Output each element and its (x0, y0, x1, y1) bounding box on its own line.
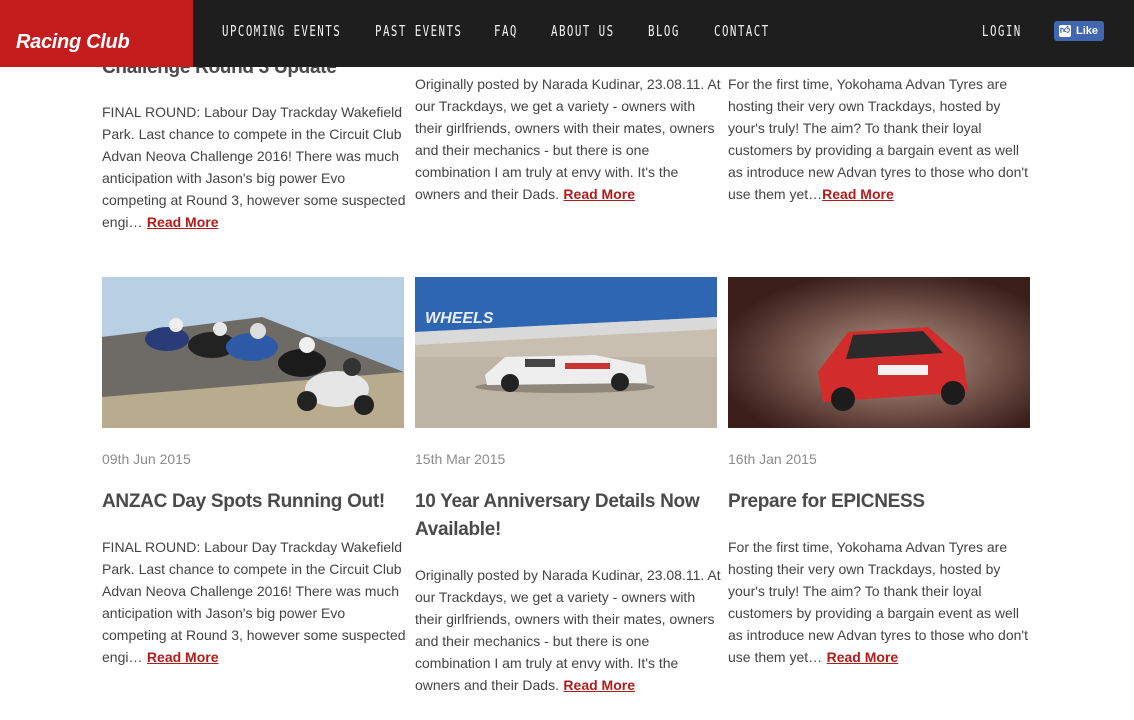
post-title[interactable]: ANZAC Day Spots Running Out! (102, 488, 408, 516)
read-more-link[interactable]: Read More (827, 649, 899, 665)
post-excerpt-block: For the first time, Yokohama Advan Tyres… (728, 536, 1034, 668)
nav-contact[interactable]: CONTACT (714, 22, 770, 40)
nav-past-events[interactable]: PAST EVENTS (375, 22, 462, 40)
read-more-link[interactable]: Read More (563, 186, 635, 202)
post-excerpt-block: FINAL ROUND: Labour Day Trackday Wakefie… (102, 536, 408, 668)
nav-about-us[interactable]: ABOUT US (551, 22, 615, 40)
post-date: 15th Mar 2015 (415, 451, 506, 467)
thumbs-up-icon: 👍︎ (1059, 25, 1071, 37)
post-excerpt: For the first time, Yokohama Advan Tyres… (728, 76, 1028, 202)
nav-faq[interactable]: FAQ (494, 22, 518, 40)
facebook-like-label: Like (1076, 25, 1099, 37)
post-title[interactable]: 10 Year Anniversary Details Now Availabl… (415, 488, 715, 544)
post-date: 16th Jan 2015 (728, 451, 817, 467)
facebook-like-button[interactable]: 👍︎ Like (1054, 21, 1104, 41)
post-excerpt: Originally posted by Narada Kudinar, 23.… (415, 567, 721, 693)
post-image-rally-car[interactable] (728, 277, 1030, 428)
read-more-link[interactable]: Read More (147, 214, 219, 230)
read-more-link[interactable]: Read More (563, 677, 635, 693)
post-date: 09th Jun 2015 (102, 451, 191, 467)
image-sign-text: WHEELS (425, 310, 494, 327)
read-more-link[interactable]: Read More (147, 649, 219, 665)
nav-login[interactable]: LOGIN (982, 22, 1022, 40)
post-excerpt-block: For the first time, Yokohama Advan Tyres… (728, 73, 1034, 205)
post-excerpt: For the first time, Yokohama Advan Tyres… (728, 539, 1028, 665)
post-excerpt-block: Originally posted by Narada Kudinar, 23.… (415, 73, 721, 205)
post-excerpt: FINAL ROUND: Labour Day Trackday Wakefie… (102, 539, 406, 665)
post-excerpt-block: Originally posted by Narada Kudinar, 23.… (415, 564, 721, 696)
read-more-link[interactable]: Read More (822, 186, 894, 202)
post-image-motorcycles[interactable] (102, 277, 404, 428)
brand-name: Racing Club (16, 31, 130, 53)
brand-logo[interactable]: Racing Club (0, 0, 193, 67)
post-title[interactable]: Prepare for EPICNESS (728, 488, 1034, 516)
post-excerpt: Originally posted by Narada Kudinar, 23.… (415, 76, 721, 202)
nav-upcoming-events[interactable]: UPCOMING EVENTS (222, 22, 341, 40)
top-navbar: Racing Club UPCOMING EVENTS PAST EVENTS … (0, 0, 1134, 67)
post-excerpt-block: FINAL ROUND: Labour Day Trackday Wakefie… (102, 101, 408, 233)
post-image-race-car[interactable]: WHEELS (415, 277, 717, 428)
post-excerpt: FINAL ROUND: Labour Day Trackday Wakefie… (102, 104, 406, 230)
nav-blog[interactable]: BLOG (648, 22, 680, 40)
